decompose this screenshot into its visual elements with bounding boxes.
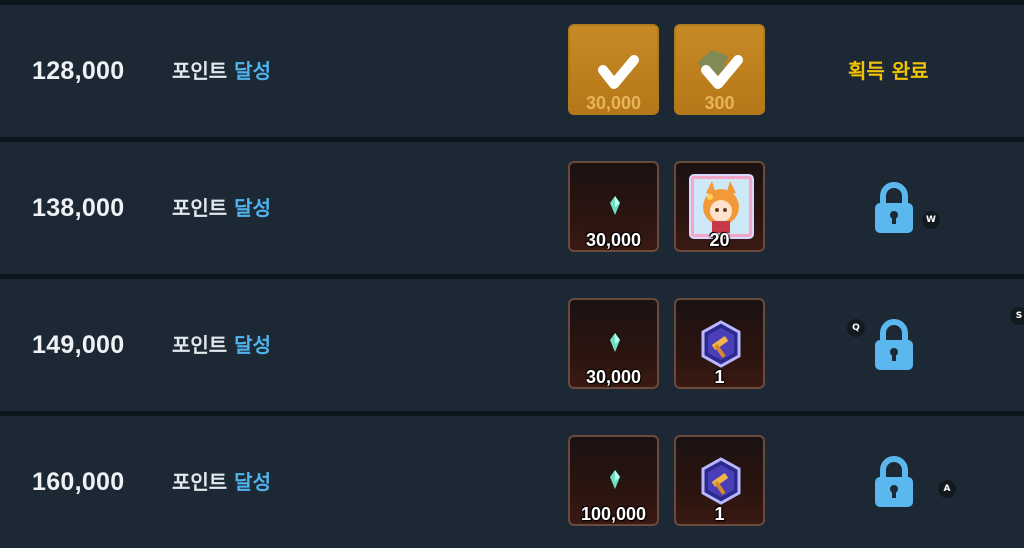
lock-icon (875, 456, 913, 507)
reward-quantity: 1 (714, 367, 725, 387)
reward-quantity: 300 (704, 93, 735, 113)
reward-slot[interactable]: 30,000 (568, 161, 659, 252)
hotkey-badge: A (938, 480, 956, 498)
hotkey-badge: Q (847, 319, 865, 337)
lock-icon (875, 319, 913, 370)
milestone-row: 128,000 포인트 달성 30,000 300 획득 완료 (0, 5, 1024, 137)
milestone-label: 포인트 달성 (172, 333, 271, 357)
hotkey-badge: W (922, 211, 940, 229)
milestone-row: 149,000 포인트 달성 30,000 1 Q (0, 279, 1024, 411)
reward-slot[interactable]: 20 (674, 161, 765, 252)
reward-quantity: 30,000 (585, 93, 642, 113)
milestone-label: 포인트 달성 (172, 196, 271, 220)
claim-complete-status: 획득 완료 (848, 59, 929, 83)
reward-slot[interactable]: 300 (674, 24, 765, 115)
reward-quantity: 30,000 (585, 230, 642, 250)
reward-slot[interactable]: 30,000 (568, 24, 659, 115)
reward-quantity: 30,000 (585, 367, 642, 387)
reward-slot[interactable]: 100,000 (568, 435, 659, 526)
milestone-points: 149,000 (32, 331, 125, 359)
reward-quantity: 20 (709, 230, 730, 250)
milestone-points: 128,000 (32, 57, 125, 85)
milestone-label: 포인트 달성 (172, 59, 271, 83)
reward-slot[interactable]: 1 (674, 298, 765, 389)
milestone-row: 160,000 포인트 달성 100,000 1 A (0, 416, 1024, 548)
milestone-label: 포인트 달성 (172, 470, 271, 494)
reward-quantity: 1 (714, 504, 725, 524)
milestone-row: 138,000 포인트 달성 30,000 20 W (0, 142, 1024, 274)
milestone-points: 138,000 (32, 194, 125, 222)
milestone-points: 160,000 (32, 468, 125, 496)
hotkey-badge: S (1010, 307, 1024, 325)
reward-slot[interactable]: 30,000 (568, 298, 659, 389)
reward-slot[interactable]: 1 (674, 435, 765, 526)
reward-quantity: 100,000 (580, 504, 647, 524)
lock-icon (875, 182, 913, 233)
